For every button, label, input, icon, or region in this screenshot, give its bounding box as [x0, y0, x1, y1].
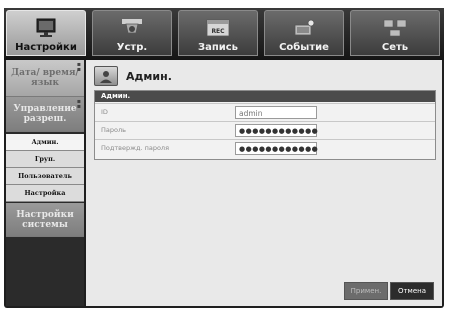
tab-device[interactable]: Устр. — [92, 10, 172, 56]
sidebar-item-group-label: Груп. — [34, 155, 56, 163]
id-label: ID — [101, 108, 108, 116]
sidebar-section-datetime[interactable]: Дата/ время/ язык ▪ ▪ — [6, 60, 84, 97]
sidebar-item-admin-label: Админ. — [31, 138, 59, 146]
field-row-password: Пароль ●●●●●●●●●●●● — [95, 121, 435, 140]
network-icon — [383, 19, 407, 37]
confirm-password-label: Подтвержд. пароля — [101, 144, 169, 152]
sidebar-item-user-label: Пользователь — [18, 172, 72, 180]
page-title: Админ. — [126, 69, 172, 83]
dvr-menu-window: Настройки Устр. REC Запись Событие Сеть … — [4, 8, 444, 308]
sidebar-item-setting[interactable]: Настройка — [6, 185, 84, 202]
confirm-password-input[interactable]: ●●●●●●●●●●●● — [235, 142, 318, 155]
sidebar-item-setting-label: Настройка — [24, 189, 66, 197]
tab-event-label: Событие — [279, 42, 329, 53]
sidebar-item-user[interactable]: Пользователь — [6, 168, 84, 185]
page-header: Админ. — [94, 66, 172, 86]
admin-user-icon — [94, 66, 118, 86]
left-sidebar: Дата/ время/ язык ▪ ▪ Управление разреш. … — [6, 60, 84, 306]
sidebar-section-system[interactable]: Настройки системы — [6, 203, 84, 237]
camera-icon — [122, 19, 142, 34]
field-row-id: ID admin — [95, 103, 435, 122]
sidebar-section-datetime-label: Дата/ время/ язык — [11, 68, 79, 88]
sidebar-section-permissions-label: Управление разреш. — [13, 104, 77, 124]
sidebar-item-group[interactable]: Груп. — [6, 151, 84, 168]
tab-network[interactable]: Сеть — [350, 10, 440, 56]
apply-button[interactable]: Примен. — [344, 282, 388, 300]
expand-dots-icon: ▪ ▪ — [76, 61, 81, 73]
cancel-button[interactable]: Отмена — [390, 282, 434, 300]
tab-record[interactable]: REC Запись — [178, 10, 258, 56]
main-tab-bar: Настройки Устр. REC Запись Событие Сеть — [4, 8, 444, 60]
content-area: Админ. Админ. ID admin Пароль ●●●●●●●●●●… — [86, 60, 442, 306]
sidebar-section-system-label: Настройки системы — [16, 209, 74, 230]
field-row-confirm-password: Подтвержд. пароля ●●●●●●●●●●●● — [95, 139, 435, 158]
tab-event[interactable]: Событие — [264, 10, 344, 56]
event-icon — [294, 19, 315, 36]
sidebar-item-admin[interactable]: Админ. — [6, 134, 84, 151]
record-icon: REC — [206, 19, 230, 37]
panel-title: Админ. — [95, 91, 435, 102]
svg-text:REC: REC — [211, 28, 225, 35]
sidebar-section-permissions[interactable]: Управление разреш. ▪ ▪ — [6, 97, 84, 132]
setup-monitor-icon — [36, 18, 56, 37]
tab-device-label: Устр. — [116, 42, 148, 53]
tab-network-label: Сеть — [381, 42, 409, 53]
password-input[interactable]: ●●●●●●●●●●●● — [235, 124, 318, 137]
id-input[interactable]: admin — [235, 106, 317, 119]
password-label: Пароль — [101, 126, 126, 134]
tab-record-label: Запись — [197, 42, 239, 53]
tab-setup-label: Настройки — [15, 42, 77, 53]
admin-settings-panel: Админ. ID admin Пароль ●●●●●●●●●●●● Подт… — [94, 90, 436, 160]
expand-dots-icon: ▪ ▪ — [76, 98, 81, 110]
tab-setup[interactable]: Настройки — [6, 10, 86, 56]
